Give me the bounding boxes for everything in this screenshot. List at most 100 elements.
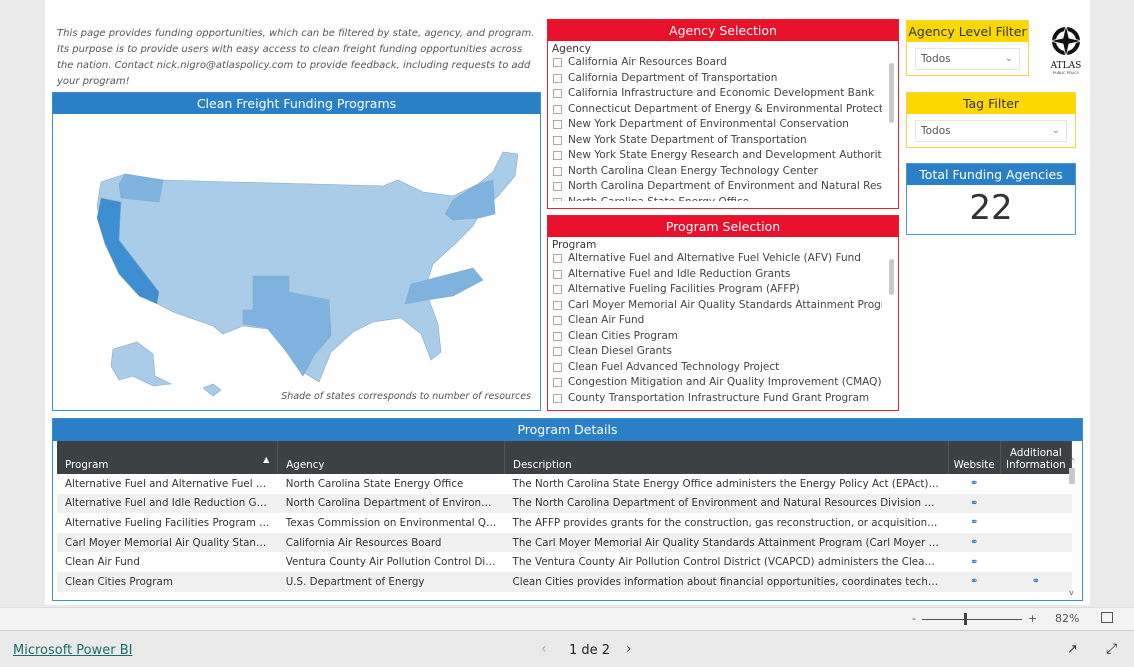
us-map[interactable] [53,114,540,410]
program-scrollbar[interactable] [889,259,894,295]
table-scrollbar[interactable]: ^ v [1069,457,1077,597]
program-item[interactable]: Alternative Fueling Facilities Program (… [548,282,882,298]
checkbox[interactable] [553,89,562,99]
checkbox[interactable] [553,73,562,83]
tag-dropdown[interactable]: Todos ⌄ [915,120,1067,142]
link-icon[interactable]: ⚭ [948,474,1000,494]
table-row[interactable]: Clean Cities Program U.S. Department of E… [57,571,1072,592]
table-row[interactable]: Carl Moyer Memorial Air Quality Standar.… [57,532,1072,553]
agency-slicer-title: Agency Selection [548,20,898,41]
agency-item[interactable]: North Carolina Clean Energy Technology C… [548,164,882,180]
zoom-in-button[interactable]: + [1028,612,1037,625]
agency-item[interactable]: New York Department of Environmental Con… [548,117,882,133]
page-indicator: 1 de 2 [569,643,611,658]
cell: Clean Cities Program [57,571,278,592]
item-label: County Transportation Infrastructure Fun… [568,391,870,404]
agency-item[interactable]: New York State Energy Research and Devel… [548,148,882,164]
zoom-slider[interactable] [922,619,1022,620]
checkbox[interactable] [553,362,562,372]
agency-item[interactable]: California Department of Transportation [548,71,882,87]
zoom-out-button[interactable]: - [912,612,916,625]
agency-scrollbar[interactable] [889,63,894,123]
checkbox[interactable] [553,316,562,326]
checkbox[interactable] [553,120,562,130]
link-icon[interactable]: ⚭ [948,513,1000,533]
agency-item[interactable]: North Carolina State Energy Office [548,195,882,201]
program-item[interactable]: Carl Moyer Memorial Air Quality Standard… [548,298,882,314]
agency-slicer-label: Agency [552,43,591,55]
checkbox[interactable] [553,254,562,264]
cell: The Ventura County Air Pollution Control… [512,556,949,569]
checkbox[interactable] [553,197,562,201]
checkbox[interactable] [553,151,562,161]
intro-text: This page provides funding opportunities… [57,28,535,87]
fit-page-icon[interactable] [1101,612,1113,623]
program-item[interactable]: County Transportation Infrastructure Fun… [548,391,882,407]
item-label: Alternative Fueling Facilities Program (… [568,283,800,295]
column-header[interactable]: Agency [277,441,506,474]
agency-item[interactable]: California Infrastructure and Economic D… [548,86,882,102]
cell: Carl Moyer Memorial Air Quality Standar.… [57,532,278,553]
table-row[interactable]: Alternative Fueling Facilities Program (… [57,513,1072,533]
next-page-icon[interactable]: › [626,641,632,657]
agency-item[interactable]: Connecticut Department of Energy & Envir… [548,102,882,118]
cell: Alternative Fuel and Alternative Fuel Ve… [65,477,278,490]
program-item[interactable]: Clean Air Fund [548,313,882,329]
agency-level-filter: Agency Level Filter Todos ⌄ [906,20,1029,76]
checkbox[interactable] [553,182,562,192]
fullscreen-icon[interactable]: ⤢ [1106,641,1117,657]
column-header[interactable]: Website [948,441,1001,474]
link-icon[interactable]: ⚭ [948,532,1001,553]
agency-item[interactable]: California Air Resources Board [548,55,882,71]
column-header[interactable]: Additional Information [1000,441,1073,474]
checkbox[interactable] [553,135,562,145]
kpi-value: 22 [969,188,1013,228]
link-icon[interactable]: ⚭ [948,552,1000,572]
program-item[interactable]: Clean Cities Program [548,329,882,345]
prev-page-icon[interactable]: ‹ [541,641,547,657]
column-header[interactable]: Description [504,441,949,474]
checkbox[interactable] [553,393,562,403]
cell: Texas Commission on Environmental Qualit… [285,516,505,529]
table-row[interactable]: Alternative Fuel and Alternative Fuel Ve… [57,474,1072,494]
program-item[interactable]: Clean Diesel Grants [548,344,882,360]
checkbox[interactable] [553,285,562,295]
checkbox[interactable] [553,58,562,68]
program-item[interactable]: Congestion Mitigation and Air Quality Im… [548,375,882,391]
item-label: California Infrastructure and Economic D… [568,87,875,99]
checkbox[interactable] [553,378,562,388]
state-alaska [110,341,173,387]
empty-cell [1000,552,1071,572]
agency-item[interactable]: North Carolina Department of Environment… [548,179,882,195]
checkbox[interactable] [553,300,562,310]
cell: The AFFP provides grants for the constru… [512,516,949,529]
table-row[interactable]: Clean Air Fund Ventura County Air Polluti… [57,552,1072,572]
program-item[interactable]: Alternative Fuel and Alternative Fuel Ve… [548,251,882,267]
item-label: Clean Diesel Grants [568,345,672,357]
share-icon[interactable]: ↗ [1067,642,1078,657]
checkbox[interactable] [553,104,562,114]
checkbox[interactable] [553,347,562,357]
column-header[interactable]: Program ▲ [57,441,279,474]
cell: Clean Air Fund [65,556,140,569]
table-row[interactable]: Alternative Fuel and Idle Reduction Gran… [57,493,1072,514]
link-icon[interactable]: ⚭ [1000,571,1072,592]
program-item[interactable]: Alternative Fuel and Idle Reduction Gran… [548,267,882,283]
agency-level-value: Todos [921,53,951,65]
link-icon[interactable]: ⚭ [948,493,1001,514]
agency-item[interactable]: New York State Department of Transportat… [548,133,882,149]
power-bi-link[interactable]: Microsoft Power BI [13,643,132,658]
program-item[interactable]: Clean Fuel Advanced Technology Project [548,360,882,376]
agency-level-dropdown[interactable]: Todos ⌄ [915,48,1020,70]
link-icon[interactable]: ⚭ [948,571,1001,592]
checkbox[interactable] [553,269,562,279]
tag-value: Todos [921,125,951,137]
cell: U.S. Department of Energy [277,571,505,592]
checkbox[interactable] [553,166,562,176]
kpi-title: Total Funding Agencies [907,164,1075,185]
zoom-slider-thumb[interactable] [964,613,967,625]
sort-ascending-icon[interactable]: ▲ [263,455,269,464]
checkbox[interactable] [553,331,562,341]
zoom-bar: - + 82% [0,607,1134,631]
program-slicer: Program Selection Program Alternative Fu… [547,215,899,411]
